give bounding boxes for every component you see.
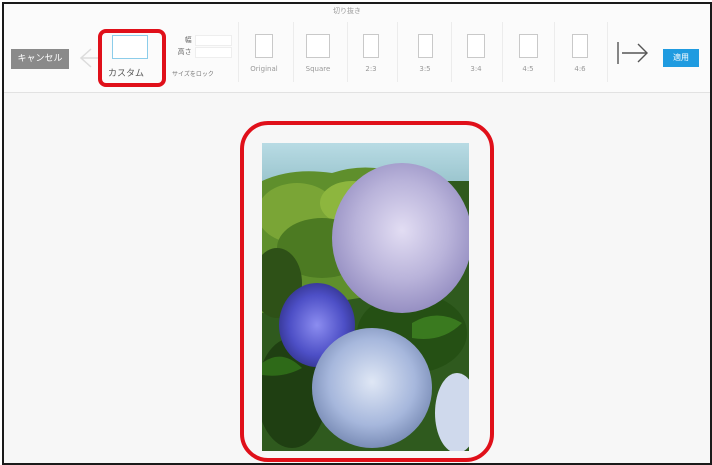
- toolbar-title: 切り抜き: [333, 7, 361, 15]
- crop-toolbar: 切り抜き キャンセル カスタム 幅 高さ サイズをロック Original Sq…: [4, 4, 710, 93]
- ratio-4-5[interactable]: 4:5: [510, 34, 546, 73]
- height-input[interactable]: [194, 46, 232, 58]
- divider: [238, 22, 239, 82]
- ratio-3-4[interactable]: 3:4: [458, 34, 494, 73]
- divider: [554, 22, 555, 82]
- ratio-3-5-label: 3:5: [419, 65, 431, 73]
- ratio-square-label: Square: [305, 65, 331, 73]
- ratio-4-6[interactable]: 4:6: [562, 34, 598, 73]
- ratio-3-5[interactable]: 3:5: [407, 34, 443, 73]
- ratio-2-3-label: 2:3: [365, 65, 377, 73]
- ratio-original[interactable]: Original: [244, 34, 284, 73]
- ratio-2-3-thumbnail: [363, 34, 379, 58]
- custom-highlight-annotation: [98, 29, 166, 87]
- arrow-right-icon[interactable]: [616, 40, 650, 66]
- photo-highlight-annotation: [240, 121, 494, 462]
- ratio-square-thumbnail: [306, 34, 330, 58]
- ratio-3-4-thumbnail: [467, 34, 485, 58]
- ratio-3-4-label: 3:4: [470, 65, 482, 73]
- height-label: 高さ: [177, 48, 192, 56]
- divider: [347, 22, 348, 82]
- ratio-3-5-thumbnail: [417, 34, 433, 58]
- width-label: 幅: [184, 36, 192, 44]
- ratio-4-6-label: 4:6: [574, 65, 586, 73]
- apply-button[interactable]: 適用: [663, 49, 699, 67]
- divider: [293, 22, 294, 82]
- ratio-original-thumbnail: [255, 34, 273, 58]
- width-input[interactable]: [194, 34, 232, 46]
- ratio-original-label: Original: [250, 65, 278, 73]
- lock-size-toggle[interactable]: サイズをロック: [172, 69, 214, 78]
- crop-editor-window: 切り抜き キャンセル カスタム 幅 高さ サイズをロック Original Sq…: [2, 2, 712, 465]
- divider: [397, 22, 398, 82]
- ratio-2-3[interactable]: 2:3: [353, 34, 389, 73]
- dimension-fields: 幅 高さ: [172, 34, 232, 58]
- ratio-4-5-thumbnail: [518, 34, 538, 58]
- divider: [502, 22, 503, 82]
- divider: [607, 22, 608, 82]
- divider: [451, 22, 452, 82]
- ratio-4-5-label: 4:5: [522, 65, 534, 73]
- ratio-square[interactable]: Square: [298, 34, 338, 73]
- cancel-button[interactable]: キャンセル: [11, 49, 69, 69]
- ratio-4-6-thumbnail: [572, 34, 588, 58]
